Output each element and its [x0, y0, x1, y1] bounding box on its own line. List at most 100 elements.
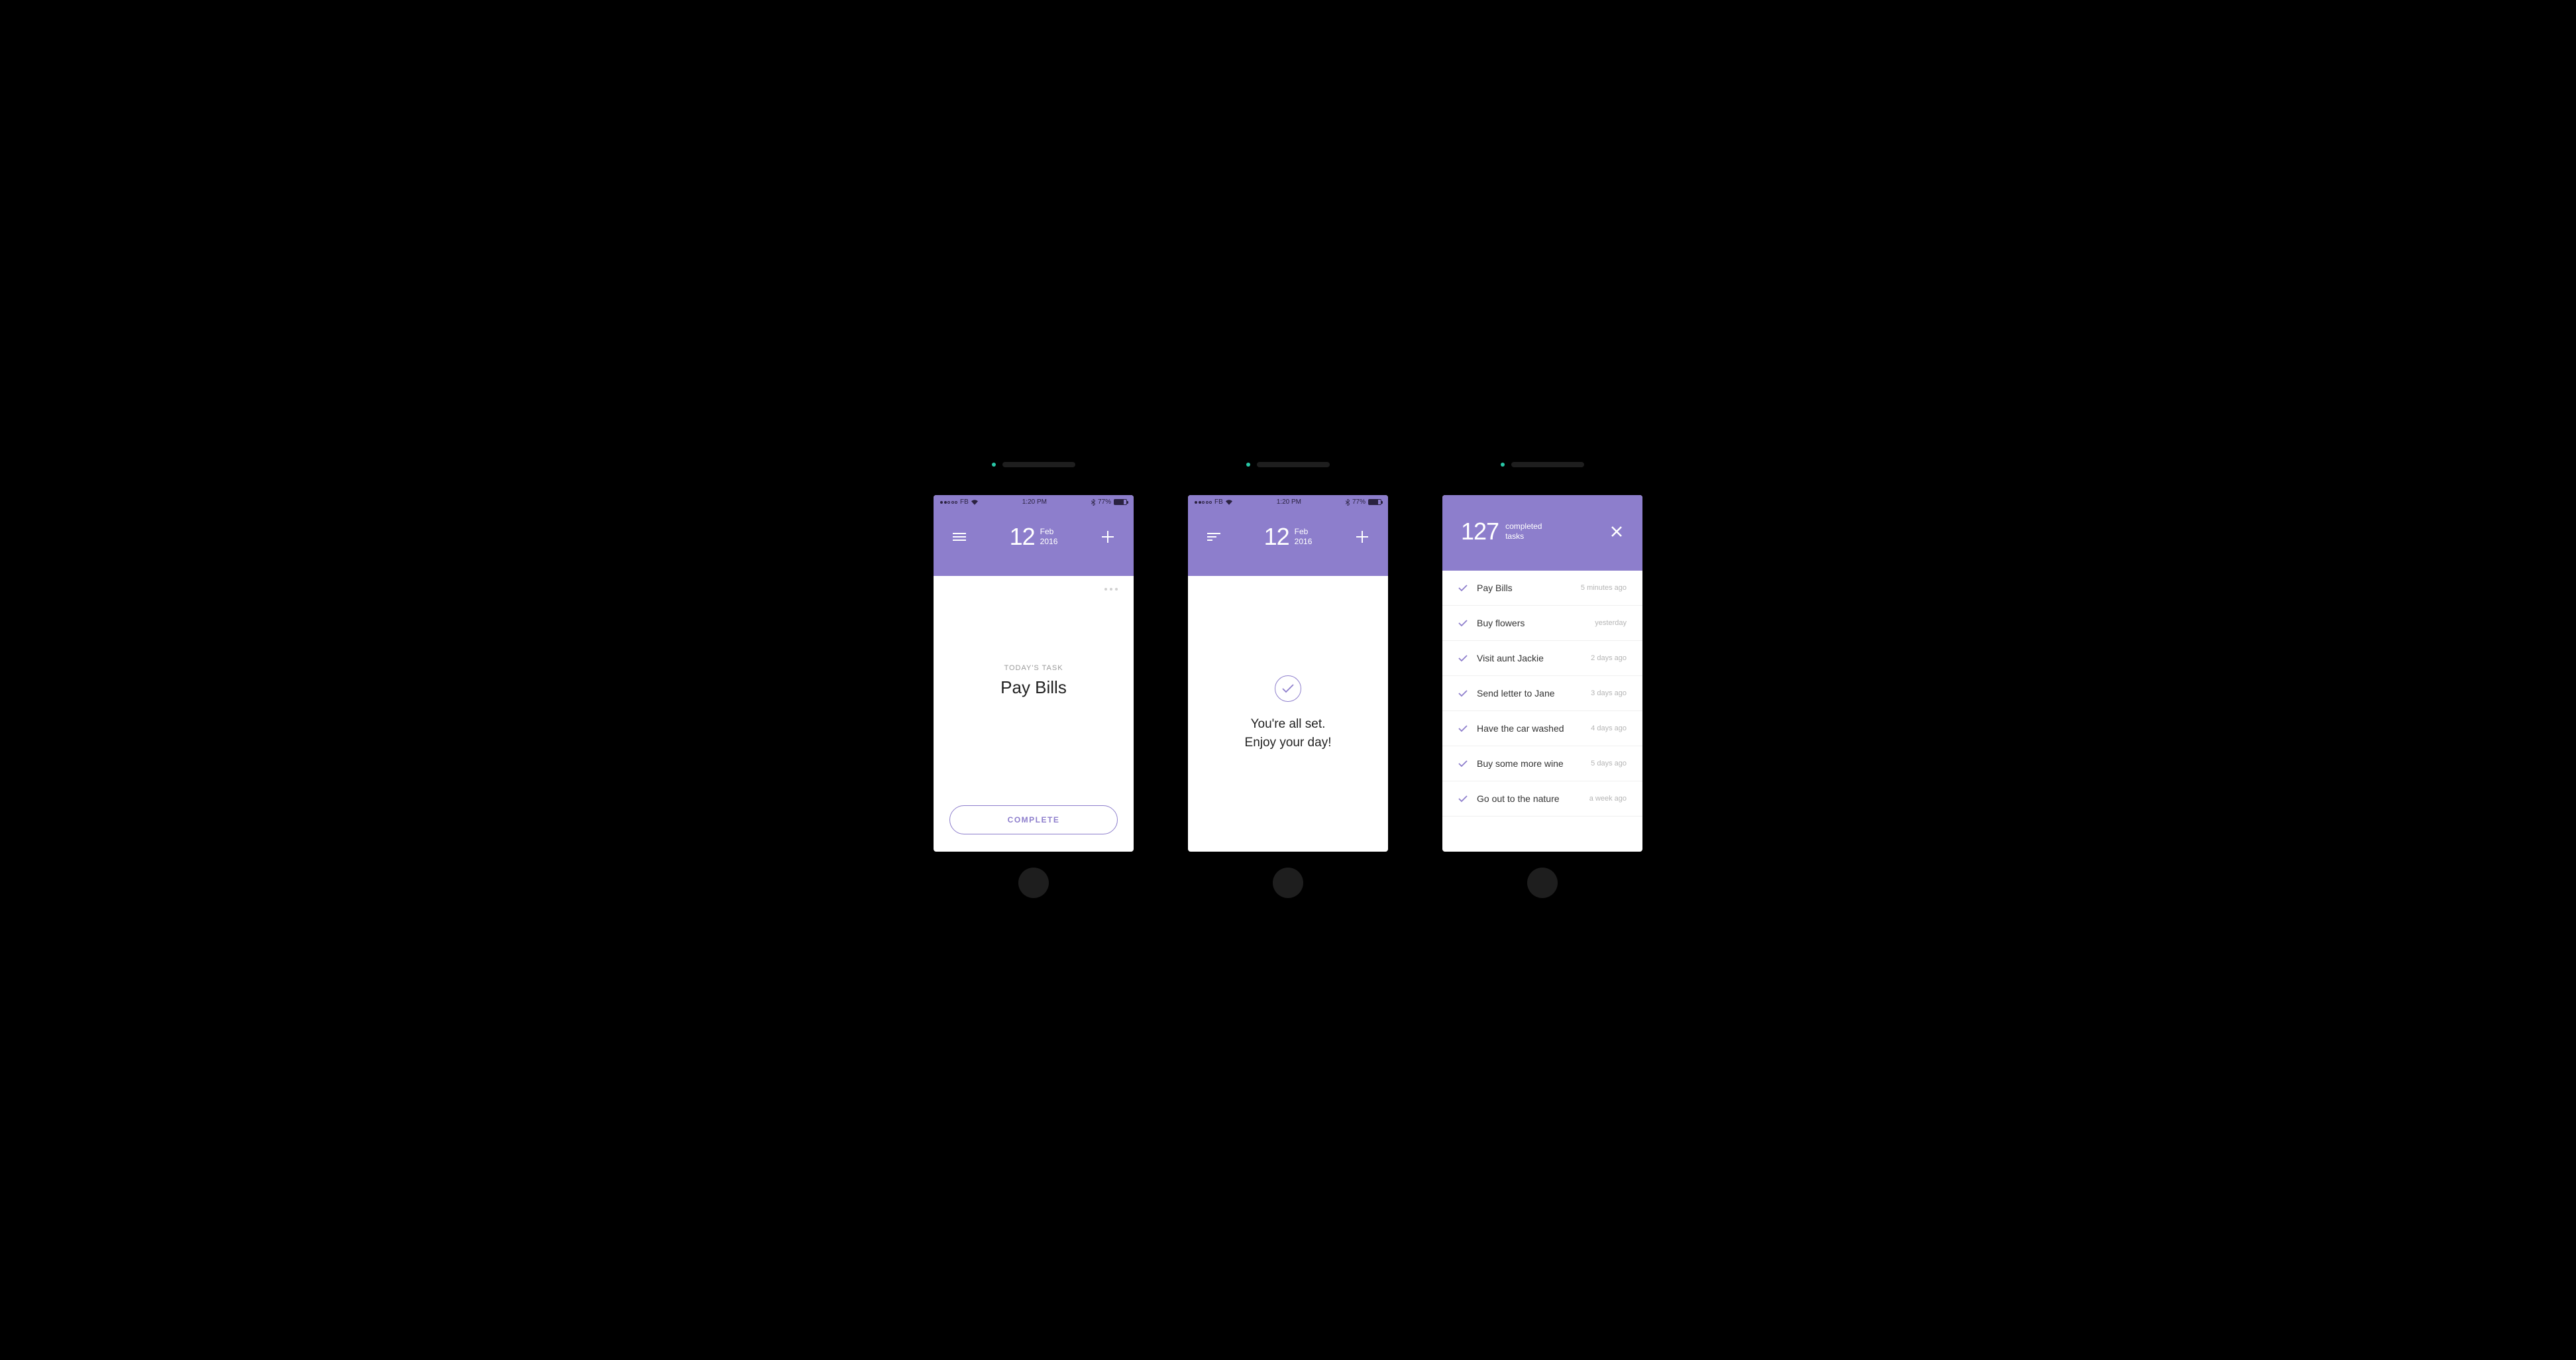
date-month: Feb [1295, 527, 1313, 537]
home-button[interactable] [1527, 868, 1558, 898]
complete-button[interactable]: COMPLETE [949, 805, 1118, 834]
header-main: 127 completed tasks [1442, 495, 1642, 571]
completed-task-row[interactable]: Visit aunt Jackie2 days ago [1442, 641, 1642, 676]
completed-task-name: Have the car washed [1477, 723, 1591, 734]
date-year: 2016 [1295, 537, 1313, 547]
camera-dot [992, 463, 996, 467]
bluetooth-icon [1346, 499, 1350, 506]
phone-top-hardware [1501, 462, 1584, 467]
completed-task-row[interactable]: Pay Bills5 minutes ago [1442, 571, 1642, 606]
task-title: Pay Bills [1000, 677, 1067, 698]
completed-task-time: 3 days ago [1591, 689, 1627, 697]
date-display: 12 Feb 2016 [1010, 523, 1058, 551]
more-icon[interactable] [1104, 588, 1118, 591]
date-year: 2016 [1040, 537, 1058, 547]
menu-icon[interactable] [952, 530, 967, 544]
screen-today-task: FB 1:20 PM 77% 12 Feb 201 [934, 495, 1134, 852]
status-time: 1:20 PM [1022, 498, 1047, 506]
status-right: 77% [1346, 498, 1381, 506]
sort-icon[interactable] [1207, 530, 1221, 544]
battery-icon [1114, 499, 1127, 505]
check-icon [1458, 760, 1468, 767]
phone-top-hardware [1246, 462, 1330, 467]
phone-mockup-2: FB 1:20 PM 77% 12 Feb 201 [1179, 462, 1397, 898]
add-task-button[interactable] [1355, 530, 1369, 544]
completed-task-time: 5 minutes ago [1581, 584, 1627, 592]
screen-all-set: FB 1:20 PM 77% 12 Feb 201 [1188, 495, 1388, 852]
home-button[interactable] [1018, 868, 1049, 898]
completed-task-time: 4 days ago [1591, 724, 1627, 732]
completed-task-time: 2 days ago [1591, 654, 1627, 662]
complete-button-label: COMPLETE [1008, 815, 1060, 824]
date-day: 12 [1010, 523, 1035, 551]
today-task-body: TODAY'S TASK Pay Bills COMPLETE [934, 576, 1134, 852]
completed-count: 127 [1461, 518, 1499, 545]
phone-mockup-1: FB 1:20 PM 77% 12 Feb 201 [925, 462, 1142, 898]
wifi-icon [1226, 500, 1232, 505]
completed-task-row[interactable]: Buy some more wine5 days ago [1442, 746, 1642, 781]
date-day: 12 [1264, 523, 1289, 551]
speaker-slot [1511, 462, 1584, 467]
task-section-label: TODAY'S TASK [1004, 664, 1063, 672]
wifi-icon [971, 500, 978, 505]
completed-task-row[interactable]: Go out to the naturea week ago [1442, 781, 1642, 817]
completed-task-time: 5 days ago [1591, 760, 1627, 767]
add-task-button[interactable] [1100, 530, 1115, 544]
completed-task-row[interactable]: Send letter to Jane3 days ago [1442, 676, 1642, 711]
completed-list[interactable]: Pay Bills5 minutes agoBuy flowersyesterd… [1442, 571, 1642, 852]
date-display: 12 Feb 2016 [1264, 523, 1313, 551]
completed-label-2: tasks [1505, 532, 1542, 541]
status-left: FB [1195, 498, 1232, 506]
carrier-label: FB [1214, 498, 1223, 506]
all-set-body: You're all set. Enjoy your day! [1188, 576, 1388, 852]
camera-dot [1246, 463, 1250, 467]
completed-task-name: Pay Bills [1477, 583, 1581, 593]
status-time: 1:20 PM [1277, 498, 1301, 506]
speaker-slot [1257, 462, 1330, 467]
status-bar: FB 1:20 PM 77% [934, 495, 1134, 508]
header-main: 12 Feb 2016 [1188, 508, 1388, 576]
camera-dot [1501, 463, 1505, 467]
app-header: 127 completed tasks [1442, 495, 1642, 571]
signal-icon [1195, 501, 1212, 504]
check-icon [1458, 690, 1468, 697]
all-set-message: You're all set. Enjoy your day! [1245, 715, 1332, 752]
battery-percent: 77% [1098, 498, 1111, 506]
phone-mockup-3: 127 completed tasks Pay Bills5 minutes a… [1434, 462, 1651, 898]
all-set-line2: Enjoy your day! [1245, 734, 1332, 752]
completed-task-name: Visit aunt Jackie [1477, 653, 1591, 663]
completed-task-time: a week ago [1589, 795, 1627, 803]
check-icon [1458, 620, 1468, 627]
completed-task-time: yesterday [1595, 619, 1627, 627]
battery-icon [1368, 499, 1381, 505]
signal-icon [940, 501, 957, 504]
check-icon [1458, 725, 1468, 732]
check-icon [1458, 795, 1468, 803]
status-left: FB [940, 498, 978, 506]
completed-task-name: Send letter to Jane [1477, 688, 1591, 699]
date-month: Feb [1040, 527, 1058, 537]
all-set-line1: You're all set. [1245, 715, 1332, 734]
completed-task-name: Buy flowers [1477, 618, 1595, 628]
check-icon [1458, 585, 1468, 592]
check-icon [1458, 655, 1468, 662]
speaker-slot [1002, 462, 1075, 467]
completed-label-1: completed [1505, 522, 1542, 532]
completed-task-row[interactable]: Have the car washed4 days ago [1442, 711, 1642, 746]
check-circle-icon [1275, 675, 1301, 702]
app-header: FB 1:20 PM 77% 12 Feb 201 [1188, 495, 1388, 576]
phone-top-hardware [992, 462, 1075, 467]
completed-task-name: Buy some more wine [1477, 758, 1591, 769]
home-button[interactable] [1273, 868, 1303, 898]
status-bar: FB 1:20 PM 77% [1188, 495, 1388, 508]
carrier-label: FB [960, 498, 969, 506]
completed-count-display: 127 completed tasks [1461, 518, 1542, 545]
screen-completed-list: 127 completed tasks Pay Bills5 minutes a… [1442, 495, 1642, 852]
battery-percent: 77% [1352, 498, 1366, 506]
bluetooth-icon [1091, 499, 1095, 506]
close-button[interactable] [1609, 524, 1624, 539]
task-content: TODAY'S TASK Pay Bills [934, 556, 1134, 805]
completed-task-name: Go out to the nature [1477, 793, 1589, 804]
completed-task-row[interactable]: Buy flowersyesterday [1442, 606, 1642, 641]
status-right: 77% [1091, 498, 1127, 506]
